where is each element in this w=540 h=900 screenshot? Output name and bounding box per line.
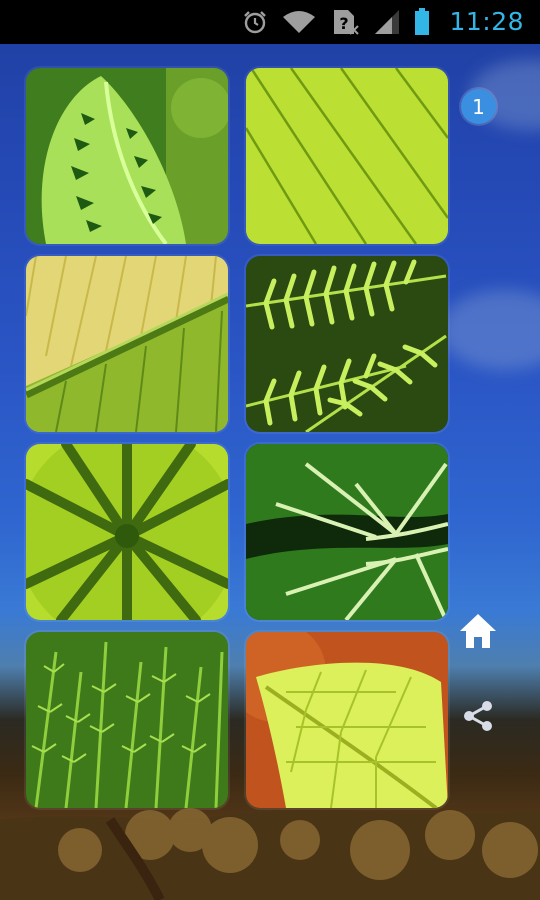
- app-screen: ? 11:28 1: [0, 0, 540, 900]
- wallpaper-tile[interactable]: [246, 68, 448, 244]
- signal-icon: [375, 10, 399, 34]
- share-icon: [464, 701, 492, 731]
- share-button[interactable]: [458, 696, 498, 736]
- thumbnail: [26, 444, 228, 620]
- thumbnail: [246, 256, 448, 432]
- status-bar: ? 11:28: [0, 0, 540, 44]
- thumbnail: [26, 68, 228, 244]
- alarm-icon: [244, 11, 266, 34]
- wallpaper-tile[interactable]: [26, 632, 228, 808]
- home-icon: [460, 614, 496, 648]
- thumbnail: [246, 444, 448, 620]
- wallpaper-tile[interactable]: [26, 68, 228, 244]
- battery-icon: [415, 8, 429, 35]
- wifi-icon: [283, 11, 315, 33]
- thumbnail: [246, 68, 448, 244]
- thumbnail: [246, 632, 448, 808]
- wallpaper-tile[interactable]: [26, 444, 228, 620]
- no-sim-icon: ?: [334, 10, 359, 35]
- wallpaper-tile[interactable]: [26, 256, 228, 432]
- cloud-decoration: [440, 290, 540, 370]
- wallpaper-tile[interactable]: [246, 256, 448, 432]
- status-icons: ?: [242, 8, 430, 36]
- home-button[interactable]: [458, 611, 498, 651]
- clock: 11:28: [449, 7, 524, 36]
- thumbnail: [26, 632, 228, 808]
- wallpaper-tile[interactable]: [246, 632, 448, 808]
- wallpaper-tile[interactable]: [246, 444, 448, 620]
- svg-text:?: ?: [339, 14, 348, 33]
- count-badge[interactable]: 1: [461, 89, 496, 124]
- thumbnail: [26, 256, 228, 432]
- landscape-decoration: [0, 808, 540, 900]
